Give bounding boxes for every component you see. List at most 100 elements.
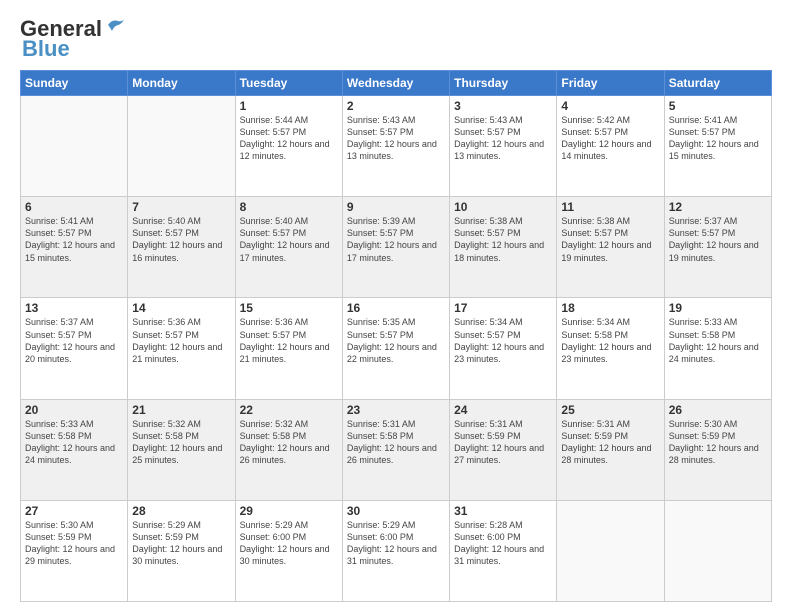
calendar-cell	[128, 96, 235, 197]
calendar-cell: 24Sunrise: 5:31 AM Sunset: 5:59 PM Dayli…	[450, 399, 557, 500]
week-row-5: 27Sunrise: 5:30 AM Sunset: 5:59 PM Dayli…	[21, 500, 772, 601]
day-number: 4	[561, 99, 659, 113]
day-number: 23	[347, 403, 445, 417]
calendar-cell: 23Sunrise: 5:31 AM Sunset: 5:58 PM Dayli…	[342, 399, 449, 500]
day-number: 18	[561, 301, 659, 315]
day-info: Sunrise: 5:40 AM Sunset: 5:57 PM Dayligh…	[240, 215, 338, 264]
day-number: 13	[25, 301, 123, 315]
calendar-cell: 14Sunrise: 5:36 AM Sunset: 5:57 PM Dayli…	[128, 298, 235, 399]
day-info: Sunrise: 5:29 AM Sunset: 6:00 PM Dayligh…	[347, 519, 445, 568]
calendar-cell: 8Sunrise: 5:40 AM Sunset: 5:57 PM Daylig…	[235, 197, 342, 298]
day-number: 17	[454, 301, 552, 315]
day-number: 30	[347, 504, 445, 518]
day-info: Sunrise: 5:42 AM Sunset: 5:57 PM Dayligh…	[561, 114, 659, 163]
calendar-cell: 21Sunrise: 5:32 AM Sunset: 5:58 PM Dayli…	[128, 399, 235, 500]
day-info: Sunrise: 5:31 AM Sunset: 5:59 PM Dayligh…	[454, 418, 552, 467]
day-number: 12	[669, 200, 767, 214]
day-number: 7	[132, 200, 230, 214]
calendar-cell: 27Sunrise: 5:30 AM Sunset: 5:59 PM Dayli…	[21, 500, 128, 601]
day-info: Sunrise: 5:33 AM Sunset: 5:58 PM Dayligh…	[25, 418, 123, 467]
calendar-cell: 12Sunrise: 5:37 AM Sunset: 5:57 PM Dayli…	[664, 197, 771, 298]
day-info: Sunrise: 5:40 AM Sunset: 5:57 PM Dayligh…	[132, 215, 230, 264]
day-info: Sunrise: 5:34 AM Sunset: 5:58 PM Dayligh…	[561, 316, 659, 365]
day-info: Sunrise: 5:43 AM Sunset: 5:57 PM Dayligh…	[454, 114, 552, 163]
day-number: 14	[132, 301, 230, 315]
calendar-cell: 31Sunrise: 5:28 AM Sunset: 6:00 PM Dayli…	[450, 500, 557, 601]
calendar-cell: 5Sunrise: 5:41 AM Sunset: 5:57 PM Daylig…	[664, 96, 771, 197]
day-number: 26	[669, 403, 767, 417]
calendar-cell	[21, 96, 128, 197]
week-row-2: 6Sunrise: 5:41 AM Sunset: 5:57 PM Daylig…	[21, 197, 772, 298]
calendar-cell: 6Sunrise: 5:41 AM Sunset: 5:57 PM Daylig…	[21, 197, 128, 298]
day-number: 3	[454, 99, 552, 113]
calendar-cell: 26Sunrise: 5:30 AM Sunset: 5:59 PM Dayli…	[664, 399, 771, 500]
day-info: Sunrise: 5:43 AM Sunset: 5:57 PM Dayligh…	[347, 114, 445, 163]
weekday-thursday: Thursday	[450, 71, 557, 96]
day-number: 15	[240, 301, 338, 315]
day-number: 1	[240, 99, 338, 113]
day-info: Sunrise: 5:28 AM Sunset: 6:00 PM Dayligh…	[454, 519, 552, 568]
calendar-cell: 25Sunrise: 5:31 AM Sunset: 5:59 PM Dayli…	[557, 399, 664, 500]
day-number: 21	[132, 403, 230, 417]
day-info: Sunrise: 5:33 AM Sunset: 5:58 PM Dayligh…	[669, 316, 767, 365]
calendar-cell: 20Sunrise: 5:33 AM Sunset: 5:58 PM Dayli…	[21, 399, 128, 500]
calendar-cell: 4Sunrise: 5:42 AM Sunset: 5:57 PM Daylig…	[557, 96, 664, 197]
day-number: 2	[347, 99, 445, 113]
weekday-friday: Friday	[557, 71, 664, 96]
calendar-cell: 11Sunrise: 5:38 AM Sunset: 5:57 PM Dayli…	[557, 197, 664, 298]
weekday-saturday: Saturday	[664, 71, 771, 96]
day-info: Sunrise: 5:44 AM Sunset: 5:57 PM Dayligh…	[240, 114, 338, 163]
logo: General Blue	[20, 16, 126, 62]
day-number: 20	[25, 403, 123, 417]
day-info: Sunrise: 5:37 AM Sunset: 5:57 PM Dayligh…	[25, 316, 123, 365]
header: General Blue	[20, 16, 772, 62]
day-info: Sunrise: 5:30 AM Sunset: 5:59 PM Dayligh…	[25, 519, 123, 568]
day-number: 22	[240, 403, 338, 417]
weekday-header-row: SundayMondayTuesdayWednesdayThursdayFrid…	[21, 71, 772, 96]
day-info: Sunrise: 5:36 AM Sunset: 5:57 PM Dayligh…	[132, 316, 230, 365]
day-info: Sunrise: 5:31 AM Sunset: 5:58 PM Dayligh…	[347, 418, 445, 467]
logo-bird-icon	[104, 17, 126, 37]
day-number: 6	[25, 200, 123, 214]
calendar-cell: 22Sunrise: 5:32 AM Sunset: 5:58 PM Dayli…	[235, 399, 342, 500]
day-info: Sunrise: 5:36 AM Sunset: 5:57 PM Dayligh…	[240, 316, 338, 365]
day-info: Sunrise: 5:29 AM Sunset: 5:59 PM Dayligh…	[132, 519, 230, 568]
calendar-cell: 9Sunrise: 5:39 AM Sunset: 5:57 PM Daylig…	[342, 197, 449, 298]
day-info: Sunrise: 5:37 AM Sunset: 5:57 PM Dayligh…	[669, 215, 767, 264]
calendar-cell: 19Sunrise: 5:33 AM Sunset: 5:58 PM Dayli…	[664, 298, 771, 399]
day-number: 16	[347, 301, 445, 315]
calendar-cell: 13Sunrise: 5:37 AM Sunset: 5:57 PM Dayli…	[21, 298, 128, 399]
day-info: Sunrise: 5:35 AM Sunset: 5:57 PM Dayligh…	[347, 316, 445, 365]
calendar-body: 1Sunrise: 5:44 AM Sunset: 5:57 PM Daylig…	[21, 96, 772, 602]
day-number: 19	[669, 301, 767, 315]
week-row-3: 13Sunrise: 5:37 AM Sunset: 5:57 PM Dayli…	[21, 298, 772, 399]
calendar-cell: 30Sunrise: 5:29 AM Sunset: 6:00 PM Dayli…	[342, 500, 449, 601]
week-row-1: 1Sunrise: 5:44 AM Sunset: 5:57 PM Daylig…	[21, 96, 772, 197]
day-number: 9	[347, 200, 445, 214]
day-info: Sunrise: 5:31 AM Sunset: 5:59 PM Dayligh…	[561, 418, 659, 467]
calendar-cell: 17Sunrise: 5:34 AM Sunset: 5:57 PM Dayli…	[450, 298, 557, 399]
week-row-4: 20Sunrise: 5:33 AM Sunset: 5:58 PM Dayli…	[21, 399, 772, 500]
calendar-cell: 29Sunrise: 5:29 AM Sunset: 6:00 PM Dayli…	[235, 500, 342, 601]
day-number: 25	[561, 403, 659, 417]
weekday-sunday: Sunday	[21, 71, 128, 96]
day-info: Sunrise: 5:41 AM Sunset: 5:57 PM Dayligh…	[25, 215, 123, 264]
day-info: Sunrise: 5:34 AM Sunset: 5:57 PM Dayligh…	[454, 316, 552, 365]
calendar-cell: 18Sunrise: 5:34 AM Sunset: 5:58 PM Dayli…	[557, 298, 664, 399]
calendar-cell: 2Sunrise: 5:43 AM Sunset: 5:57 PM Daylig…	[342, 96, 449, 197]
day-info: Sunrise: 5:30 AM Sunset: 5:59 PM Dayligh…	[669, 418, 767, 467]
day-number: 29	[240, 504, 338, 518]
day-info: Sunrise: 5:38 AM Sunset: 5:57 PM Dayligh…	[454, 215, 552, 264]
calendar: SundayMondayTuesdayWednesdayThursdayFrid…	[20, 70, 772, 602]
day-info: Sunrise: 5:39 AM Sunset: 5:57 PM Dayligh…	[347, 215, 445, 264]
day-number: 28	[132, 504, 230, 518]
day-info: Sunrise: 5:32 AM Sunset: 5:58 PM Dayligh…	[240, 418, 338, 467]
day-number: 31	[454, 504, 552, 518]
day-info: Sunrise: 5:32 AM Sunset: 5:58 PM Dayligh…	[132, 418, 230, 467]
calendar-cell: 28Sunrise: 5:29 AM Sunset: 5:59 PM Dayli…	[128, 500, 235, 601]
day-info: Sunrise: 5:41 AM Sunset: 5:57 PM Dayligh…	[669, 114, 767, 163]
day-number: 24	[454, 403, 552, 417]
day-number: 10	[454, 200, 552, 214]
weekday-tuesday: Tuesday	[235, 71, 342, 96]
day-number: 8	[240, 200, 338, 214]
